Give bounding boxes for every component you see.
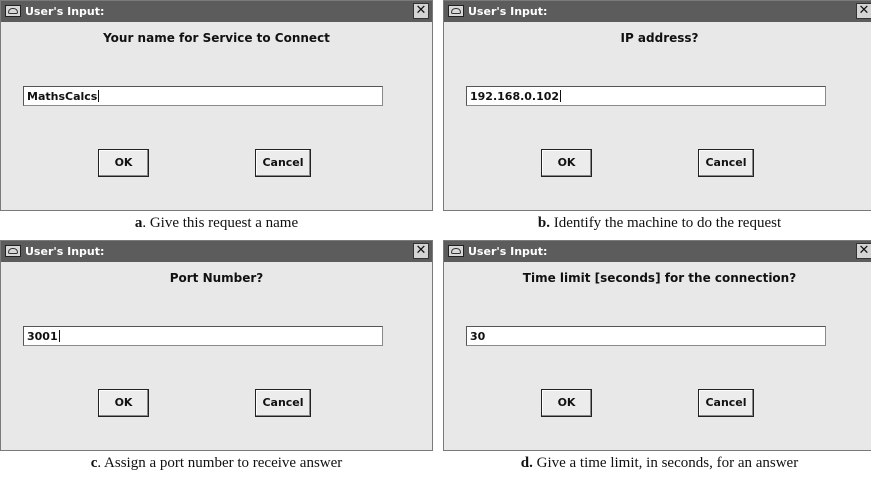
panel-b: User's Input: ✕ IP address? 192.168.0.10… [443, 0, 871, 237]
ok-button[interactable]: OK [98, 149, 149, 177]
service-name-input[interactable]: MathsCalcs [23, 86, 383, 106]
text-caret [98, 90, 100, 102]
time-limit-input[interactable]: 30 [466, 326, 826, 346]
window-app-icon [5, 245, 21, 257]
input-value: 30 [470, 330, 486, 343]
title-bar: User's Input: ✕ [444, 1, 871, 22]
caption-text: . Give this request a name [142, 215, 299, 231]
cancel-button[interactable]: Cancel [255, 149, 311, 177]
ok-button[interactable]: OK [541, 389, 592, 417]
text-caret [58, 330, 60, 342]
title-bar: User's Input: ✕ [1, 1, 432, 22]
prompt-label: IP address? [620, 31, 699, 45]
caption-c: c. Assign a port number to receive answe… [0, 455, 433, 472]
caption-text: Identify the machine to do the request [549, 215, 782, 231]
port-number-input[interactable]: 3001 [23, 326, 383, 346]
close-icon[interactable]: ✕ [856, 3, 871, 19]
ok-button[interactable]: OK [98, 389, 149, 417]
window-app-icon [448, 5, 464, 17]
input-value: 3001 [27, 330, 58, 343]
dialog-time-limit: User's Input: ✕ Time limit [seconds] for… [443, 240, 871, 451]
prompt-label: Your name for Service to Connect [103, 31, 330, 45]
caption-text: Give a time limit, in seconds, for an an… [532, 455, 799, 471]
panel-c: User's Input: ✕ Port Number? 3001 OK Can… [0, 240, 433, 477]
dialog-title: User's Input: [468, 245, 548, 258]
close-icon[interactable]: ✕ [413, 3, 429, 19]
input-value: MathsCalcs [27, 90, 98, 103]
title-bar: User's Input: ✕ [1, 241, 432, 262]
prompt-label: Time limit [seconds] for the connection? [522, 271, 797, 285]
cancel-button[interactable]: Cancel [698, 149, 754, 177]
ip-address-input[interactable]: 192.168.0.102 [466, 86, 826, 106]
title-bar: User's Input: ✕ [444, 241, 871, 262]
dialog-ip-address: User's Input: ✕ IP address? 192.168.0.10… [443, 0, 871, 211]
dialog-title: User's Input: [468, 5, 548, 18]
cancel-button[interactable]: Cancel [255, 389, 311, 417]
dialog-title: User's Input: [25, 245, 105, 258]
panel-a: User's Input: ✕ Your name for Service to… [0, 0, 433, 237]
caption-letter: d. [520, 455, 533, 471]
text-caret [560, 90, 562, 102]
ok-button[interactable]: OK [541, 149, 592, 177]
close-icon[interactable]: ✕ [413, 243, 429, 259]
window-app-icon [448, 245, 464, 257]
panel-d: User's Input: ✕ Time limit [seconds] for… [443, 240, 871, 477]
input-value: 192.168.0.102 [470, 90, 560, 103]
caption-a: a. Give this request a name [0, 215, 433, 232]
close-icon[interactable]: ✕ [856, 243, 871, 259]
caption-d: d. Give a time limit, in seconds, for an… [443, 455, 871, 472]
dialog-service-name: User's Input: ✕ Your name for Service to… [0, 0, 433, 211]
prompt-label: Port Number? [169, 271, 264, 285]
caption-text: . Assign a port number to receive answer [97, 455, 343, 471]
window-app-icon [5, 5, 21, 17]
caption-b: b. Identify the machine to do the reques… [443, 215, 871, 232]
caption-letter: b. [537, 215, 550, 231]
dialog-title: User's Input: [25, 5, 105, 18]
dialog-port-number: User's Input: ✕ Port Number? 3001 OK Can… [0, 240, 433, 451]
cancel-button[interactable]: Cancel [698, 389, 754, 417]
